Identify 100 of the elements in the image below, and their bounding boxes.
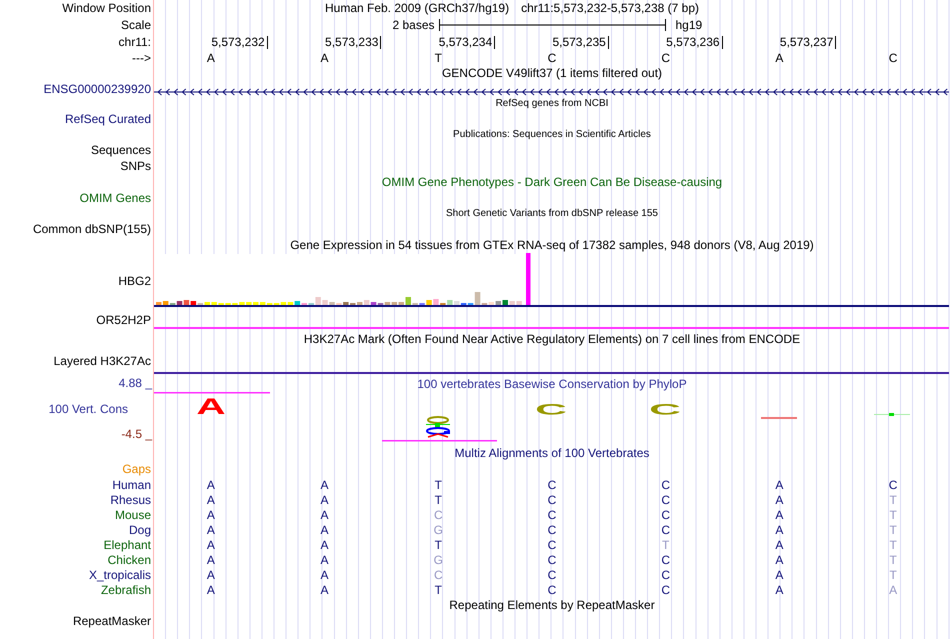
track-label: X_tropicalis xyxy=(88,568,151,582)
position-label: 5,573,237 xyxy=(780,35,834,49)
track-title: 100 vertebrates Basewise Conservation by PhyloP xyxy=(416,377,688,391)
base-letter: A xyxy=(775,50,784,64)
base-letter: C xyxy=(888,50,898,64)
axis-min-label: -4.5 _ xyxy=(121,427,152,441)
aligned-base: T xyxy=(434,582,442,596)
base-letter: C xyxy=(548,50,556,64)
aligned-base: G xyxy=(434,522,443,536)
logo-letter: C xyxy=(534,402,568,418)
aligned-base: C xyxy=(888,478,898,492)
track-title: Repeating Elements by RepeatMasker xyxy=(449,598,655,612)
aligned-base: A xyxy=(206,478,215,492)
aligned-base: A xyxy=(775,538,784,552)
track-label: OMIM Genes xyxy=(80,191,151,205)
aligned-base: C xyxy=(548,478,556,492)
base-letter: T xyxy=(434,50,442,64)
aligned-base: C xyxy=(661,492,670,506)
position-label: 5,573,236 xyxy=(666,35,720,49)
aligned-base: G xyxy=(434,552,443,566)
tick-mark xyxy=(494,36,496,49)
aligned-base: A xyxy=(206,508,215,522)
base-letter: C xyxy=(661,50,670,64)
aligned-base: A xyxy=(320,568,329,582)
track-label: Common dbSNP(155) xyxy=(32,222,151,236)
aligned-base: C xyxy=(548,552,556,566)
track-label: Window Position xyxy=(62,1,151,15)
aligned-base: T xyxy=(889,522,897,536)
aligned-base: A xyxy=(775,508,784,522)
aligned-base: A xyxy=(320,508,329,522)
aligned-base: A xyxy=(775,568,784,582)
track-label: Chicken xyxy=(108,552,151,566)
aligned-base: T xyxy=(889,568,897,582)
track-label: SNPs xyxy=(120,159,151,173)
scale-text: 2 bases xyxy=(392,18,434,32)
aligned-base: T xyxy=(889,492,897,506)
aligned-base: C xyxy=(661,522,670,536)
aligned-base: A xyxy=(206,568,215,582)
track-label: HBG2 xyxy=(118,274,151,288)
aligned-base: A xyxy=(206,538,215,552)
aligned-base: T xyxy=(434,492,442,506)
aligned-base: A xyxy=(206,552,215,566)
assembly-text: hg19 xyxy=(674,18,702,32)
aligned-base: A xyxy=(320,552,329,566)
logo-dash xyxy=(760,417,797,419)
position-label: 5,573,232 xyxy=(211,35,265,49)
track-label: Mouse xyxy=(114,508,151,522)
aligned-base: T xyxy=(662,538,670,552)
track-label: RepeatMasker xyxy=(72,614,151,628)
track-label: Layered H3K27Ac xyxy=(54,354,151,368)
aligned-base: T xyxy=(889,538,897,552)
track-label: Scale xyxy=(120,18,151,32)
base-letter: A xyxy=(206,50,215,64)
track-label: Elephant xyxy=(104,538,151,552)
aligned-base: C xyxy=(548,582,556,596)
track-label: Human xyxy=(112,478,151,492)
track-label: chr11: xyxy=(118,34,151,48)
track-label: ---> xyxy=(132,50,151,64)
logo-letter: C xyxy=(648,402,682,418)
aligned-base: A xyxy=(320,582,329,596)
position-label: 5,573,233 xyxy=(325,35,378,49)
aligned-base: A xyxy=(775,492,784,506)
track-label: Rhesus xyxy=(110,492,151,506)
aligned-base: C xyxy=(548,568,556,582)
aligned-base: A xyxy=(775,522,784,536)
aligned-base: C xyxy=(661,568,670,582)
aligned-base: T xyxy=(889,508,897,522)
aligned-base: A xyxy=(206,492,215,506)
aligned-base: T xyxy=(889,552,897,566)
aligned-base: A xyxy=(775,478,784,492)
track-label: Dog xyxy=(128,522,151,536)
track-title: Short Genetic Variants from dbSNP release 155 xyxy=(446,208,658,219)
aligned-base: C xyxy=(548,538,556,552)
track-label: Sequences xyxy=(90,143,151,157)
aligned-base: C xyxy=(661,552,670,566)
tick-mark xyxy=(835,36,836,49)
track-label: Zebrafish xyxy=(100,582,151,596)
tick-mark xyxy=(380,36,382,49)
track-label: 100 Vert. Cons xyxy=(48,402,128,416)
logo-dash xyxy=(874,413,910,417)
position-label: 5,573,235 xyxy=(552,35,606,49)
aligned-base: C xyxy=(661,478,670,492)
tick-mark xyxy=(608,36,609,49)
track-label: RefSeq Curated xyxy=(64,112,151,126)
track-title: Multiz Alignments of 100 Vertebrates xyxy=(454,446,650,460)
assembly-title: Human Feb. 2009 (GRCh37/hg19) xyxy=(324,1,510,15)
aligned-base: C xyxy=(548,508,556,522)
aligned-base: A xyxy=(320,492,329,506)
aligned-base: A xyxy=(320,538,329,552)
aligned-base: A xyxy=(206,522,215,536)
aligned-base: C xyxy=(548,492,556,506)
track-title: H3K27Ac Mark (Often Found Near Active Regulatory Elements) on 7 cell lines from ENCODE xyxy=(304,332,800,346)
position-range: chr11:5,573,232-5,573,238 (7 bp) xyxy=(521,1,700,15)
aligned-base: A xyxy=(889,582,898,596)
axis-max-label: 4.88 _ xyxy=(118,376,152,390)
base-letter: A xyxy=(320,50,329,64)
aligned-base: C xyxy=(434,508,443,522)
aligned-base: T xyxy=(434,538,442,552)
tick-mark xyxy=(722,36,723,49)
aligned-base: C xyxy=(661,582,670,596)
